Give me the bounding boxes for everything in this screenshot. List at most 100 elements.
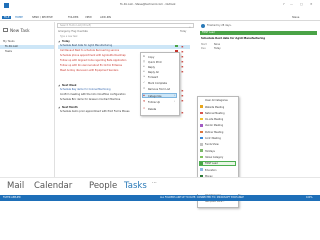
status-bar: FILTER APPLIED ALL FOLDERS ARE UP TO DAT… bbox=[0, 195, 320, 201]
close-button[interactable]: ✕ bbox=[310, 3, 313, 6]
folder-item-tasks[interactable]: Tasks bbox=[5, 50, 12, 54]
search-box[interactable]: Search To-Do List (Ctrl+E) ⌕ bbox=[57, 23, 194, 29]
field-value-due: Today bbox=[214, 47, 221, 50]
field-value-start: None bbox=[214, 43, 220, 46]
nav-tasks[interactable]: Tasks bbox=[124, 181, 147, 191]
reply-icon: ↩ bbox=[143, 65, 146, 68]
submenu-item[interactable]: On-site Meeting bbox=[205, 118, 223, 121]
flag-icon[interactable]: ⚑ bbox=[181, 65, 184, 69]
menu-item-categorize[interactable]: Categorize bbox=[148, 95, 162, 98]
folder-pane: New Task My Tasks To-Do List Tasks bbox=[0, 22, 55, 177]
folder-header[interactable]: My Tasks bbox=[3, 40, 15, 44]
tab-send-receive[interactable]: SEND / RECEIVE bbox=[32, 16, 53, 19]
search-icon[interactable]: ⌕ bbox=[189, 25, 191, 29]
flag-icon: ⚑ bbox=[143, 100, 146, 103]
search-input[interactable]: Search To-Do List (Ctrl+E) bbox=[60, 24, 91, 27]
forward-icon: ↪ bbox=[143, 75, 146, 78]
menu-item-forward[interactable]: Forward bbox=[148, 76, 158, 79]
new-task-input[interactable]: Type a new task bbox=[60, 35, 78, 38]
help-button[interactable]: ? bbox=[283, 3, 285, 6]
tab-add-ins[interactable]: ADD-INS bbox=[100, 16, 111, 19]
group-header-today[interactable]: Today bbox=[62, 40, 70, 43]
arrange-sort[interactable]: Today bbox=[180, 30, 186, 33]
tab-folder[interactable]: FOLDER bbox=[68, 16, 78, 19]
submenu-item[interactable]: Holidays bbox=[205, 150, 215, 153]
collapse-icon[interactable]: ◢ bbox=[58, 40, 60, 43]
folder-item-to-do-list[interactable]: To-Do List bbox=[5, 45, 18, 49]
category-label: FIRST Lead bbox=[202, 30, 215, 34]
menu-item-copy[interactable]: Copy bbox=[148, 56, 154, 59]
flag-icon[interactable]: ⚑ bbox=[181, 50, 184, 54]
collapse-icon[interactable]: ◢ bbox=[58, 106, 60, 109]
menu-item-reply[interactable]: Reply bbox=[148, 66, 155, 69]
task-row[interactable]: Schedule Rest date for Ag10 Manufacturin… bbox=[60, 44, 190, 48]
status-filter: FILTER APPLIED bbox=[3, 195, 21, 199]
user-name[interactable]: Steve bbox=[292, 16, 299, 20]
new-task-button[interactable]: New Task bbox=[10, 28, 30, 33]
minimize-button[interactable]: — bbox=[290, 3, 293, 6]
flag-icon[interactable]: ⚑ bbox=[181, 94, 184, 98]
menu-item-mark-complete[interactable]: Mark Complete bbox=[148, 82, 167, 85]
flag-icon[interactable]: ⚑ bbox=[181, 89, 184, 93]
category-swatch bbox=[200, 168, 203, 171]
submenu-item[interactable]: Conf. Meeting bbox=[205, 137, 221, 140]
print-icon: ⎙ bbox=[143, 60, 146, 63]
tab-home[interactable]: HOME bbox=[15, 16, 23, 19]
reply-all-icon: ↩ bbox=[143, 70, 146, 73]
submenu-item[interactable]: National Meeting bbox=[205, 112, 225, 115]
category-swatch bbox=[200, 124, 203, 127]
app-icon bbox=[4, 3, 9, 8]
group-header-next-week[interactable]: Next Week bbox=[62, 84, 77, 87]
flag-icon[interactable]: ⚑ bbox=[181, 45, 184, 49]
menu-item-reply-all[interactable]: Reply All bbox=[148, 71, 159, 74]
status-connection: ALL FOLDERS ARE UP TO DATE. CONNECTED TO… bbox=[160, 195, 244, 199]
chevron-right-icon: › bbox=[174, 100, 175, 103]
ribbon-tabs: FILE HOME SEND / RECEIVE FOLDER VIEW ADD… bbox=[0, 15, 320, 21]
window-title: To-Do List - Steve@technoid.com - Outloo… bbox=[120, 3, 176, 6]
chevron-right-icon: › bbox=[174, 94, 175, 97]
check-icon: ✓ bbox=[143, 81, 146, 84]
flag-icon[interactable]: ⚑ bbox=[181, 60, 184, 64]
submenu-item[interactable]: Education bbox=[205, 169, 216, 172]
menu-item-quick-print[interactable]: Quick Print bbox=[148, 61, 162, 64]
copy-icon: ⧉ bbox=[143, 55, 145, 58]
zoom-level[interactable]: 100% bbox=[306, 196, 313, 199]
field-label-due: Due bbox=[201, 47, 206, 50]
group-header-next-month[interactable]: Next Month bbox=[62, 106, 78, 109]
category-swatch bbox=[200, 136, 203, 140]
collapse-icon[interactable]: ◢ bbox=[58, 84, 60, 87]
flag-icon[interactable]: ⚑ bbox=[181, 55, 184, 59]
tab-view[interactable]: VIEW bbox=[85, 16, 92, 19]
submenu-item[interactable]: Yellow Category bbox=[205, 156, 223, 159]
maximize-button[interactable]: □ bbox=[300, 3, 303, 6]
flag-icon[interactable]: ⚑ bbox=[181, 111, 184, 115]
menu-item-delete[interactable]: Delete bbox=[148, 108, 156, 111]
menu-item-remove-from-list[interactable]: Remove from List bbox=[148, 88, 170, 91]
reading-pane: Finished by 28 days. FIRST Lead Schedule… bbox=[200, 23, 317, 83]
arrange-by-label[interactable]: Arrange by: Flag: Due Date bbox=[58, 30, 88, 33]
submenu-item[interactable]: FIRST Lead bbox=[205, 162, 218, 165]
submenu-item[interactable]: Clear All Categories bbox=[205, 99, 228, 102]
tag-icon: ◆ bbox=[143, 94, 145, 97]
tab-file[interactable]: FILE bbox=[2, 16, 12, 19]
nav-calendar[interactable]: Calendar bbox=[34, 181, 72, 191]
submenu-item[interactable]: Vendor Meeting bbox=[205, 124, 223, 127]
submenu-item[interactable]: Funds Show bbox=[205, 143, 219, 146]
new-task-icon bbox=[3, 28, 8, 32]
flag-icon[interactable]: ⚑ bbox=[181, 99, 184, 103]
task-subject: Schedule Rest date for Ag10 Manufacturin… bbox=[201, 37, 266, 40]
delete-icon: ✕ bbox=[143, 107, 146, 110]
submenu-item[interactable]: Website Meeting bbox=[205, 106, 224, 109]
context-menu: ⧉ Copy ⎙ Quick Print ↩ Reply ↩ Reply All… bbox=[140, 52, 180, 116]
flag-icon[interactable]: ⚑ bbox=[181, 70, 184, 74]
category-swatch bbox=[200, 143, 203, 146]
submenu-item[interactable]: Partner Meeting bbox=[205, 131, 223, 134]
menu-item-follow-up[interactable]: Follow Up bbox=[148, 101, 160, 104]
due-notice: Finished by 28 days. bbox=[207, 23, 232, 27]
field-label-start: Start bbox=[201, 43, 207, 46]
nav-mail[interactable]: Mail bbox=[7, 181, 24, 191]
category-square[interactable] bbox=[175, 45, 178, 48]
remove-icon: ✕ bbox=[143, 87, 146, 90]
nav-people[interactable]: People bbox=[89, 181, 117, 191]
nav-more[interactable]: ··· bbox=[152, 180, 157, 186]
